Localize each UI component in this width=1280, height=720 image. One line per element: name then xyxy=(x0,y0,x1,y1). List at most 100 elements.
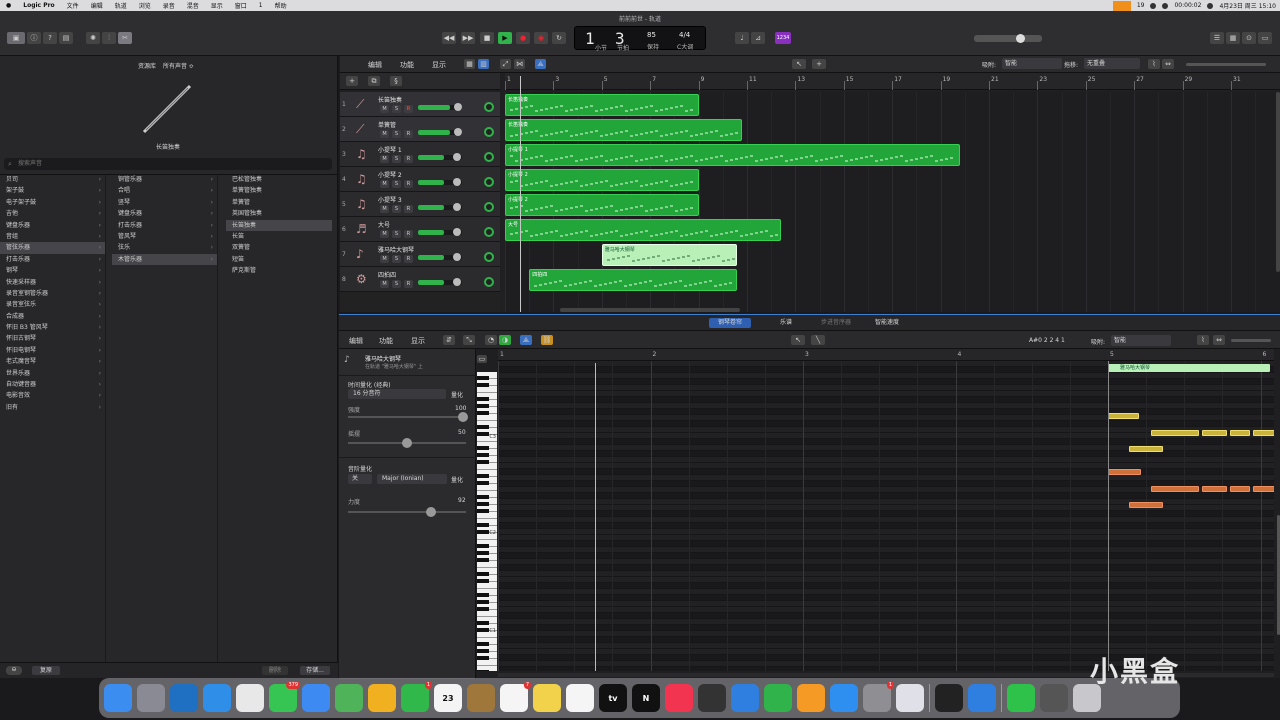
mail-icon[interactable] xyxy=(302,684,330,712)
midi-note[interactable] xyxy=(1253,486,1274,492)
swing-slider[interactable] xyxy=(348,438,466,448)
piano-black-key[interactable] xyxy=(477,404,489,409)
mute-button[interactable]: M xyxy=(380,155,389,163)
record-enable-button[interactable]: R xyxy=(404,180,413,188)
track-header[interactable]: 3 ♫ 小提琴 1MSR xyxy=(340,142,500,167)
finder-icon[interactable] xyxy=(104,684,132,712)
cycle-icon[interactable]: ↻ xyxy=(552,32,566,44)
playhead[interactable] xyxy=(520,76,521,312)
arrange-ruler[interactable]: 1 3 5 7 9 11 13 15 17 19 21 23 25 27 29 31 xyxy=(505,73,1280,90)
library-item[interactable]: 音组 › xyxy=(0,231,105,242)
piano-black-key[interactable] xyxy=(477,628,489,633)
volume-fader[interactable] xyxy=(418,278,462,286)
track-region[interactable]: 小提琴 2 xyxy=(505,194,699,216)
track-region[interactable]: 大号 xyxy=(505,219,781,241)
library-item[interactable]: 键盘乐器 › xyxy=(112,208,217,219)
piano-black-key[interactable] xyxy=(477,460,489,465)
calendar-icon[interactable]: 23 xyxy=(434,684,462,712)
volume-fader-knob[interactable] xyxy=(452,203,461,211)
library-item[interactable]: 钢琴 › xyxy=(0,265,105,276)
midi-note[interactable] xyxy=(1108,413,1140,419)
piano-black-key[interactable] xyxy=(477,621,489,626)
volume-fader[interactable] xyxy=(418,103,463,111)
volume-fader-knob[interactable] xyxy=(452,178,461,186)
stop-icon[interactable]: ■ xyxy=(480,32,494,44)
browser-icon[interactable]: ▭ xyxy=(1258,32,1272,44)
midi-note[interactable] xyxy=(1108,469,1142,475)
save-button[interactable]: 存储... xyxy=(300,666,330,675)
solo-button[interactable]: S xyxy=(392,155,401,163)
library-item[interactable]: 怀旧电钢琴 › xyxy=(0,345,105,356)
pr-waveform-icon[interactable]: ⌇ xyxy=(1197,335,1209,345)
solo-button[interactable]: S xyxy=(392,230,401,238)
library-item[interactable]: 萨克斯管 xyxy=(226,265,332,276)
midi-note[interactable] xyxy=(1201,430,1227,436)
link-pr-icon[interactable]: ⛓ xyxy=(541,335,553,345)
list-editors-icon[interactable]: ☰ xyxy=(1210,32,1224,44)
library-toggle-icon[interactable]: ▣ xyxy=(7,32,25,44)
piano-black-key[interactable] xyxy=(477,530,489,535)
pr-pointer-tool-icon[interactable]: ↖ xyxy=(791,335,805,345)
pr-pencil-tool-icon[interactable]: ╲ xyxy=(811,335,825,345)
piano-black-key[interactable] xyxy=(477,376,489,381)
play-icon[interactable]: ▶ xyxy=(498,32,512,44)
midi-note[interactable] xyxy=(1150,430,1199,436)
freeform-icon[interactable] xyxy=(566,684,594,712)
library-item[interactable]: 管弦乐器 › xyxy=(0,242,105,254)
snap-select[interactable]: 智能 xyxy=(1002,58,1062,69)
collapse-mode-icon[interactable]: ◑ xyxy=(499,335,511,345)
library-item[interactable]: 怀旧 B3 管风琴 › xyxy=(0,322,105,333)
piano-black-key[interactable] xyxy=(477,572,489,577)
volume-fader-knob[interactable] xyxy=(454,103,463,111)
toolbar-toggle-icon[interactable]: ▤ xyxy=(59,32,73,44)
piano-black-key[interactable] xyxy=(477,551,489,556)
midi-note[interactable] xyxy=(1229,430,1251,436)
settings-icon[interactable]: 1 xyxy=(863,681,894,712)
mute-button[interactable]: M xyxy=(380,280,389,288)
iphone-mirror-icon[interactable] xyxy=(896,684,924,712)
reminders-icon[interactable]: 7 xyxy=(500,681,531,712)
piano-black-key[interactable] xyxy=(477,425,489,430)
maps-icon[interactable] xyxy=(335,684,363,712)
volume-fader-knob[interactable] xyxy=(454,128,463,136)
piano-black-key[interactable] xyxy=(477,523,489,528)
appstore-icon[interactable] xyxy=(830,684,858,712)
delete-button[interactable]: 删除 xyxy=(262,666,288,675)
pan-knob[interactable] xyxy=(484,102,494,112)
library-item[interactable]: 单簧管独奏 xyxy=(226,185,332,196)
chrome-icon[interactable] xyxy=(236,684,264,712)
stack-icon[interactable] xyxy=(1040,684,1068,712)
library-item[interactable]: 键盘乐器 › xyxy=(0,220,105,231)
midi-note[interactable] xyxy=(1201,486,1227,492)
netflix-icon[interactable]: N xyxy=(632,684,660,712)
action-menu-icon[interactable]: ⊖ xyxy=(6,666,22,675)
vertical-scrollbar[interactable] xyxy=(1276,92,1280,272)
pan-knob[interactable] xyxy=(484,152,494,162)
track-header[interactable]: 6 ♬ 大号 M S R xyxy=(340,217,500,242)
library-item[interactable]: 长笛 xyxy=(226,231,332,242)
track-region[interactable]: 小提琴 1 xyxy=(505,144,960,166)
track-header[interactable]: 1 ⟋ 长笛独奏 M S R xyxy=(340,92,500,117)
menu-help[interactable]: 帮助 xyxy=(269,1,293,10)
master-volume-knob[interactable] xyxy=(1016,34,1025,43)
menu-one[interactable]: 1 xyxy=(253,2,269,9)
menu-window[interactable]: 窗口 xyxy=(229,1,253,10)
volume-fader-knob[interactable] xyxy=(452,153,461,161)
pan-knob[interactable] xyxy=(484,252,494,262)
piano-black-key[interactable] xyxy=(477,579,489,584)
count-in-button[interactable]: 1234 xyxy=(775,32,791,44)
library-item[interactable]: 架子鼓 › xyxy=(0,185,105,196)
library-item[interactable]: 快速采样器 › xyxy=(0,277,105,288)
loop-browser-icon[interactable]: ⊙ xyxy=(1242,32,1256,44)
library-item[interactable]: 自动键音器 › xyxy=(0,379,105,390)
menu-track[interactable]: 轨道 xyxy=(109,1,133,10)
solo-button[interactable]: S xyxy=(392,205,401,213)
record-enable-button[interactable]: R xyxy=(404,105,413,113)
mixer-icon[interactable]: ⫶ xyxy=(102,32,116,44)
velocity-slider[interactable] xyxy=(348,507,466,517)
quantize-button[interactable]: 量化 xyxy=(451,390,463,399)
region-area[interactable]: 长笛独奏 长笛独奏 小提琴 1 小提琴 2 小提琴 2 大号 雅马哈大钢琴 四拍四 xyxy=(505,92,1280,312)
lcd-display[interactable]: 1 3 小节 节拍 85 保持 4/4 C大调 xyxy=(574,26,706,52)
smart-controls-icon[interactable]: ✺ xyxy=(86,32,100,44)
waveform-zoom-icon[interactable]: ⌇ xyxy=(1148,59,1160,69)
